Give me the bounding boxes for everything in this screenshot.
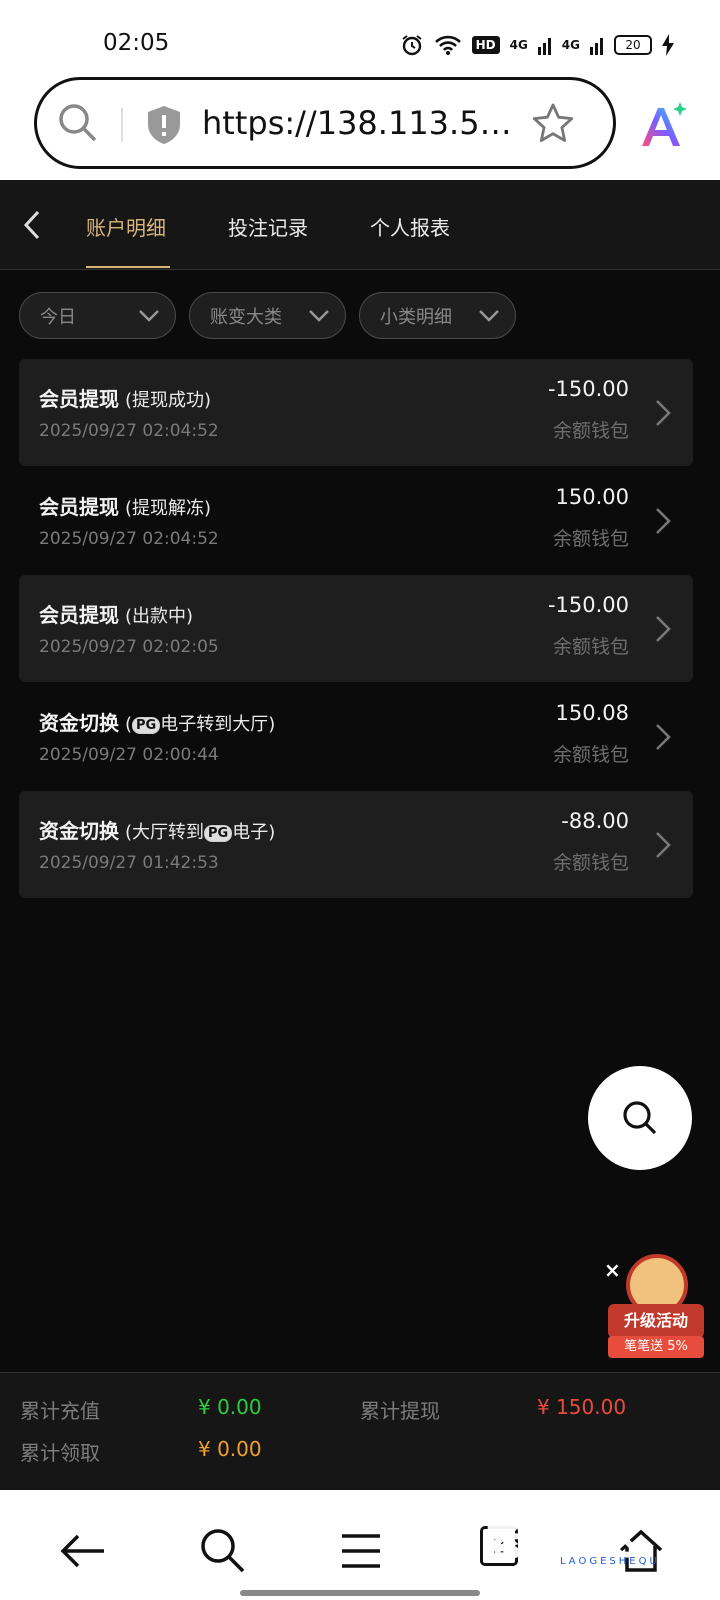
record-detail: (大厅转到 PG 电子) <box>125 822 276 843</box>
browser-bar: https://138.113.51.63... <box>0 70 720 180</box>
record-amount: -150.00 <box>547 377 629 401</box>
tab-bet-records[interactable]: 投注记录 <box>228 212 308 241</box>
search-icon[interactable] <box>57 102 99 144</box>
signal-bars-icon <box>537 38 551 55</box>
filter-category-label: 账变大类 <box>210 306 282 328</box>
record-amount: 150.00 <box>555 485 629 509</box>
signal-bars-icon <box>590 38 603 55</box>
total-recharge-label: 累计充值 <box>20 1399 100 1423</box>
filter-subcategory-label: 小类明细 <box>380 306 452 328</box>
divider <box>121 108 123 142</box>
total-withdraw-value: ¥ 150.00 <box>537 1395 627 1419</box>
pg-logo-icon: PG <box>132 716 161 734</box>
chevron-right-icon <box>656 400 671 426</box>
hd-icon: HD <box>471 36 500 54</box>
promo-title: 升级活动 <box>608 1304 704 1338</box>
filter-subcategory[interactable]: 小类明细 <box>359 292 516 339</box>
pg-logo-icon: PG <box>204 824 233 842</box>
record-date: 2025/09/27 02:04:52 <box>39 529 219 549</box>
record-amount: -88.00 <box>561 809 629 833</box>
record-date: 2025/09/27 02:04:52 <box>39 421 219 441</box>
record-date: 2025/09/27 02:00:44 <box>39 745 219 765</box>
record-date: 2025/09/27 01:42:53 <box>39 853 219 873</box>
filter-date[interactable]: 今日 <box>19 292 176 339</box>
chevron-down-icon <box>139 310 159 322</box>
chevron-right-icon <box>656 724 671 750</box>
record-wallet: 余额钱包 <box>552 636 629 658</box>
promo-subtitle: 笔笔送 5% <box>608 1336 704 1358</box>
filter-category[interactable]: 账变大类 <box>189 292 346 339</box>
summary-panel: 累计充值 ¥ 0.00 累计提现 ¥ 150.00 累计领取 ¥ 0.00 <box>0 1372 720 1490</box>
chevron-right-icon <box>656 616 671 642</box>
record-wallet: 余额钱包 <box>552 852 629 874</box>
chevron-down-icon <box>479 310 499 322</box>
filter-date-label: 今日 <box>40 306 76 328</box>
battery-icon: 20 <box>614 35 652 55</box>
menu-icon[interactable] <box>336 1526 386 1576</box>
active-tab-indicator <box>86 266 170 268</box>
search-icon[interactable] <box>198 1526 248 1576</box>
record-amount: -150.00 <box>547 593 629 617</box>
url-text[interactable]: https://138.113.51.63... <box>202 104 522 142</box>
bookmark-star-icon[interactable] <box>531 102 575 146</box>
signal-icon: 4G <box>561 38 580 52</box>
record-date: 2025/09/27 02:02:05 <box>39 637 219 657</box>
record-detail: (提现成功) <box>125 390 212 411</box>
record-title: 会员提现 (提现解冻) <box>39 495 212 519</box>
record-row[interactable]: 会员提现 (提现解冻) 2025/09/27 02:04:52 150.00 余额… <box>19 467 693 574</box>
record-row[interactable]: 会员提现 (出款中) 2025/09/27 02:02:05 -150.00 余额… <box>19 575 693 682</box>
record-row[interactable]: 资金切换 (大厅转到 PG 电子) 2025/09/27 01:42:53 -88.0… <box>19 791 693 898</box>
search-icon <box>623 1101 657 1135</box>
tab-bar: 账户明细 投注记录 个人报表 <box>0 180 720 270</box>
record-title: 资金切换(PG 电子转到大厅) <box>39 711 276 735</box>
chevron-right-icon <box>656 508 671 534</box>
record-title: 会员提现 (出款中) <box>39 603 194 627</box>
tab-account-details[interactable]: 账户明细 <box>86 212 166 241</box>
record-wallet: 余额钱包 <box>552 528 629 550</box>
ai-assistant-icon[interactable] <box>636 100 688 152</box>
chevron-right-icon <box>656 832 671 858</box>
charging-icon <box>662 34 674 56</box>
record-title: 会员提现 (提现成功) <box>39 387 212 411</box>
floating-search-button[interactable] <box>588 1066 692 1170</box>
home-indicator <box>240 1590 480 1596</box>
record-row[interactable]: 资金切换(PG 电子转到大厅) 2025/09/27 02:00:44 150.0… <box>19 683 693 790</box>
chevron-down-icon <box>309 310 329 322</box>
total-claim-value: ¥ 0.00 <box>198 1437 262 1461</box>
promo-widget[interactable]: × 升级活动 笔笔送 5% <box>600 1254 708 1359</box>
security-shield-icon[interactable] <box>145 104 183 146</box>
record-detail: (提现解冻) <box>125 498 212 519</box>
watermark-subtext: LAOGESHEQU <box>560 1556 660 1567</box>
record-amount: 150.08 <box>555 701 629 725</box>
total-claim-label: 累计领取 <box>20 1441 100 1465</box>
status-icons: HD 4G 4G 20 <box>400 30 674 60</box>
status-time: 02:05 <box>103 30 170 56</box>
record-detail: (出款中) <box>125 606 194 627</box>
back-icon[interactable] <box>58 1526 108 1576</box>
alarm-icon <box>401 35 422 56</box>
status-bar: 02:05 HD 4G 4G 20 <box>0 0 720 80</box>
total-withdraw-label: 累计提现 <box>360 1399 440 1423</box>
record-detail: (PG 电子转到大厅) <box>125 714 276 735</box>
back-arrow-icon[interactable] <box>18 208 48 242</box>
signal-icon: 4G <box>509 38 528 52</box>
record-title: 资金切换 (大厅转到 PG 电子) <box>39 819 276 843</box>
record-row[interactable]: 会员提现 (提现成功) 2025/09/27 02:04:52 -150.00 余… <box>19 359 693 466</box>
tab-personal-report[interactable]: 个人报表 <box>370 212 450 241</box>
record-wallet: 余额钱包 <box>552 420 629 442</box>
address-bar[interactable]: https://138.113.51.63... <box>34 77 616 169</box>
wifi-icon <box>434 35 461 55</box>
browser-bottom-nav: 2 老哥社区 LAOGESHEQU <box>0 1490 720 1600</box>
total-recharge-value: ¥ 0.00 <box>198 1395 262 1419</box>
close-icon[interactable]: × <box>604 1258 621 1282</box>
record-wallet: 余额钱包 <box>552 744 629 766</box>
